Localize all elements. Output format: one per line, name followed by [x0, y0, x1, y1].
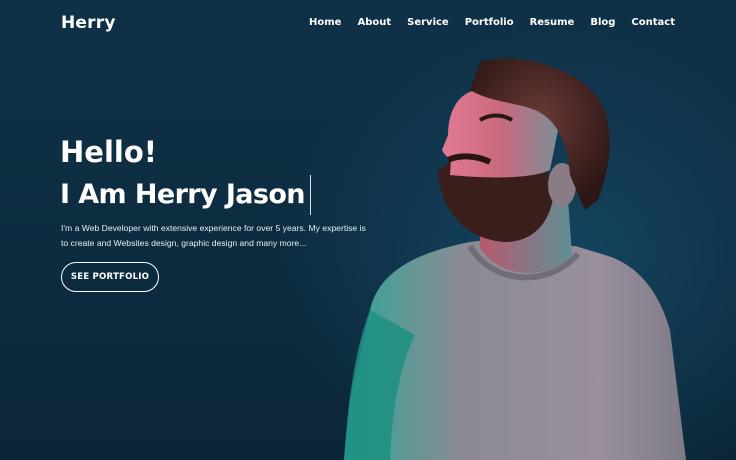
see-portfolio-button[interactable]: SEE PORTFOLIO	[61, 262, 159, 292]
nav-item-service[interactable]: Service	[407, 17, 449, 28]
nav-item-resume[interactable]: Resume	[530, 17, 575, 28]
nav-item-blog[interactable]: Blog	[590, 17, 615, 28]
typing-cursor	[309, 175, 311, 215]
hero-portrait-image	[344, 58, 686, 460]
hero-name-heading: I Am Herry Jason	[60, 179, 306, 210]
top-navigation: Herry Home About Service Portfolio Resum…	[0, 0, 736, 50]
hero-name-row: I Am Herry Jason	[60, 175, 311, 215]
hero-description: I'm a Web Developer with extensive exper…	[61, 223, 366, 248]
nav-item-contact[interactable]: Contact	[631, 17, 675, 28]
nav-item-home[interactable]: Home	[309, 17, 341, 28]
hero-greeting: Hello!	[60, 135, 157, 169]
hero-section: Herry Home About Service Portfolio Resum…	[0, 0, 736, 460]
site-logo[interactable]: Herry	[61, 13, 116, 33]
nav-menu: Home About Service Portfolio Resume Blog…	[309, 17, 675, 28]
nav-item-portfolio[interactable]: Portfolio	[465, 17, 514, 28]
nav-item-about[interactable]: About	[357, 17, 391, 28]
